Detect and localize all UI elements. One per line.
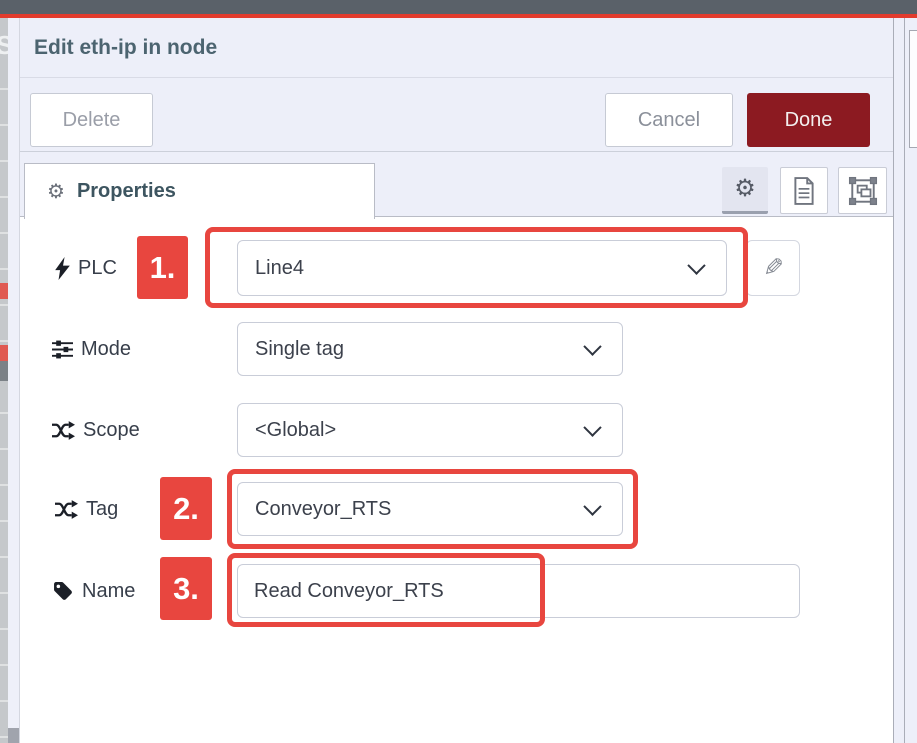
- mode-select[interactable]: Single tag: [237, 322, 623, 376]
- tab-properties[interactable]: ⚙ Properties: [24, 163, 375, 219]
- plc-select[interactable]: Line4: [237, 240, 727, 296]
- description-tab-button[interactable]: [780, 167, 828, 214]
- document-icon: [793, 177, 815, 205]
- gear-icon: ⚙: [47, 182, 65, 202]
- tag-select[interactable]: Conveyor_RTS: [237, 482, 623, 536]
- mode-select-value: Single tag: [255, 338, 344, 361]
- plc-label-text: PLC: [78, 257, 117, 280]
- tag-label-text: Tag: [86, 498, 118, 521]
- object-group-icon: [848, 176, 878, 206]
- scope-select-value: <Global>: [255, 419, 336, 442]
- screen: S Edit eth-ip in node Delete Cancel Done…: [0, 0, 917, 743]
- shuffle-icon: [52, 421, 75, 440]
- dialog-header: Edit eth-ip in node: [20, 18, 893, 78]
- background-text-fragment: S: [0, 30, 8, 61]
- scope-label-text: Scope: [83, 419, 140, 442]
- plc-select-value: Line4: [255, 257, 304, 280]
- appearance-tab-button[interactable]: [838, 167, 887, 214]
- background-node-fragment: [0, 361, 8, 381]
- app-header-bar: [0, 0, 917, 14]
- background-red-node-fragment: [0, 283, 8, 299]
- edit-plc-config-button[interactable]: ✎: [746, 240, 800, 296]
- pencil-icon: ✎: [763, 256, 784, 281]
- chevron-down-icon: [583, 497, 601, 515]
- tab-properties-label: Properties: [77, 180, 176, 203]
- annotation-badge-1: 1.: [137, 236, 188, 299]
- background-red-node-fragment: [0, 345, 8, 361]
- tag-icon: [53, 581, 74, 602]
- properties-tab-button[interactable]: ⚙: [722, 167, 768, 214]
- annotation-badge-3: 3.: [160, 557, 212, 620]
- delete-button[interactable]: Delete: [30, 93, 153, 147]
- mode-field-label: Mode: [52, 335, 131, 363]
- annotation-badge-2: 2.: [160, 477, 212, 540]
- name-label-text: Name: [82, 580, 135, 603]
- chevron-down-icon: [583, 418, 601, 436]
- name-input[interactable]: [237, 564, 800, 618]
- tag-select-value: Conveyor_RTS: [255, 498, 391, 521]
- scope-select[interactable]: <Global>: [237, 403, 623, 457]
- background-workspace-sliver: S: [0, 18, 8, 743]
- background-scrollbar[interactable]: [8, 18, 20, 743]
- dialog-title: Edit eth-ip in node: [34, 18, 217, 77]
- tag-field-label: Tag: [55, 495, 118, 523]
- background-panel-fragment: [909, 30, 917, 148]
- chevron-down-icon: [583, 337, 601, 355]
- sliders-icon: [52, 339, 73, 360]
- mode-label-text: Mode: [81, 338, 131, 361]
- plc-field-label: PLC: [55, 254, 117, 282]
- dialog-scrollbar[interactable]: [893, 18, 905, 743]
- gear-icon: ⚙: [734, 177, 756, 201]
- background-panel-sliver: [905, 18, 917, 743]
- chevron-down-icon: [687, 256, 705, 274]
- background-scrollbar-thumb[interactable]: [8, 728, 19, 743]
- scope-field-label: Scope: [52, 416, 140, 444]
- bolt-icon: [55, 257, 70, 280]
- shuffle-icon: [55, 500, 78, 519]
- done-button[interactable]: Done: [747, 93, 870, 147]
- cancel-button[interactable]: Cancel: [605, 93, 733, 147]
- name-field-label: Name: [53, 577, 135, 605]
